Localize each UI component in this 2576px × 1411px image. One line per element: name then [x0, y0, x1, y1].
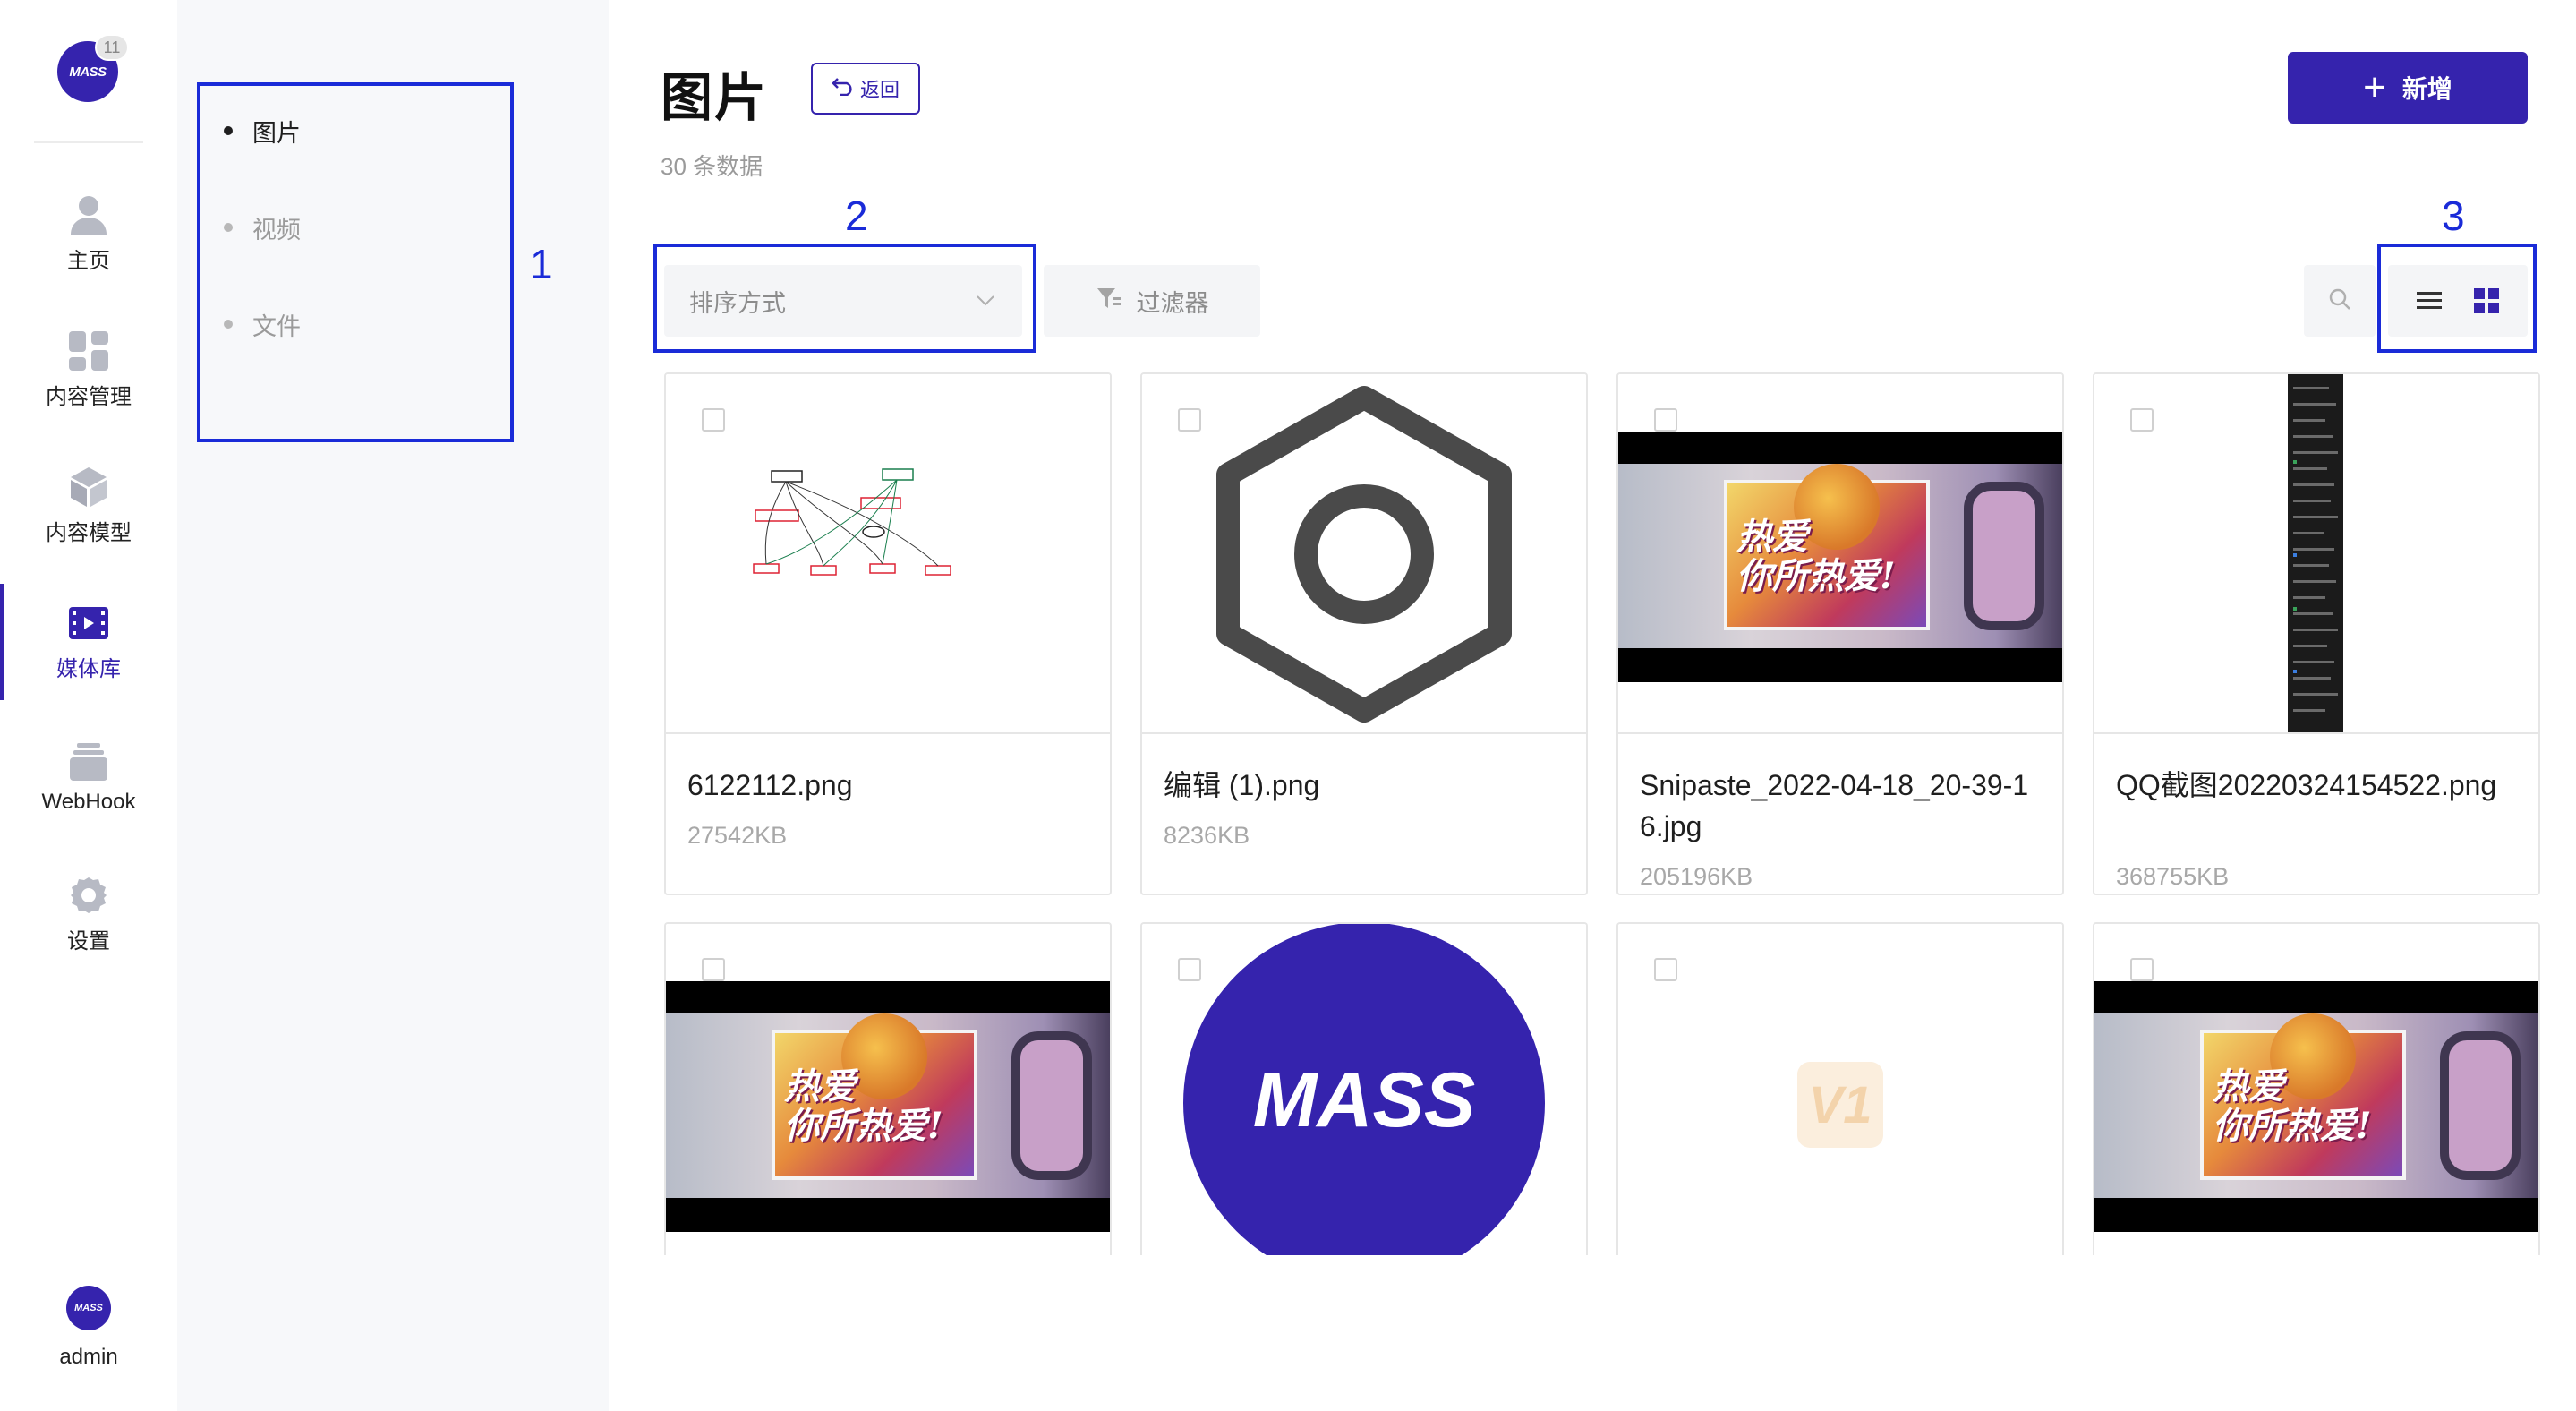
add-button-label: 新增 [2401, 75, 2452, 103]
nav-label-content: 内容管理 [46, 384, 132, 409]
media-card[interactable]: 热爱 你所热爱! [664, 922, 1112, 1255]
cube-icon [68, 466, 109, 508]
video-thumbnail: 热爱 你所热爱! [2094, 981, 2538, 1232]
annotation-box-3 [2377, 244, 2537, 353]
file-size: 8236KB [1164, 822, 1250, 849]
stack-icon [68, 741, 109, 782]
icon-rail: MASS 11 主页 内容管理 内容模型 媒体库 WebHook 设置 MASS… [0, 0, 177, 1411]
video-thumbnail: 热爱 你所热爱! [1618, 432, 2062, 682]
nav-item-home[interactable]: 主页 [0, 175, 177, 292]
nav-item-webhook[interactable]: WebHook [0, 720, 177, 836]
card-thumbnail: MASS [1142, 924, 1586, 1255]
video-scene: 热爱 你所热爱! [1618, 464, 2062, 648]
nav-label-model: 内容模型 [46, 520, 132, 545]
back-button-label: 返回 [859, 79, 900, 101]
file-name: 编辑 (1).png [1164, 769, 1320, 801]
avatar: MASS [66, 1286, 111, 1330]
page-title: 图片 [661, 69, 769, 127]
video-scene: 热爱 你所热爱! [666, 1013, 1110, 1198]
video-slogan: 热爱 你所热爱! [2213, 1065, 2372, 1147]
nav-item-settings[interactable]: 设置 [0, 856, 177, 972]
nav-label-settings: 设置 [67, 928, 110, 953]
nav-item-media[interactable]: 媒体库 [0, 584, 177, 700]
app-root: MASS 11 主页 内容管理 内容模型 媒体库 WebHook 设置 MASS… [0, 0, 2576, 1411]
window-shape [2440, 1031, 2521, 1180]
card-thumbnail: 热爱 你所热爱! [2094, 924, 2538, 1255]
file-name: 6122112.png [687, 769, 853, 801]
back-button[interactable]: 返回 [811, 63, 920, 115]
card-thumbnail [666, 374, 1110, 734]
card-checkbox[interactable] [702, 958, 725, 981]
hexagon-nut-icon [1216, 386, 1512, 723]
card-checkbox[interactable] [702, 408, 725, 432]
rail-divider [34, 141, 143, 143]
gear-icon [68, 875, 109, 916]
card-checkbox[interactable] [2130, 958, 2154, 981]
media-card[interactable]: MASS [1140, 922, 1588, 1255]
undo-arrow-icon [832, 76, 855, 101]
nav-label-media: 媒体库 [56, 656, 121, 681]
annotation-number-3: 3 [2442, 192, 2465, 239]
card-thumbnail: 热爱 你所热爱! [1618, 374, 2062, 734]
media-card[interactable]: 6122112.png 27542KB [664, 372, 1112, 895]
card-checkbox[interactable] [1178, 408, 1201, 432]
item-count: 30 条数据 [661, 153, 763, 180]
card-checkbox[interactable] [1654, 958, 1677, 981]
file-size: 368755KB [2116, 863, 2230, 890]
mass-logo-text: MASS [1253, 1057, 1475, 1143]
diagram-thumbnail [753, 468, 951, 576]
window-shape [1011, 1031, 1092, 1180]
file-size: 205196KB [1640, 863, 1753, 890]
nav-label-home: 主页 [67, 248, 110, 273]
user-name: admin [59, 1345, 118, 1369]
user-icon [68, 194, 109, 235]
dashboard-icon [68, 330, 109, 372]
window-shape [1964, 482, 2044, 630]
screenshot-thumbnail [2288, 374, 2343, 732]
card-checkbox[interactable] [1178, 958, 1201, 981]
video-slogan: 热爱 你所热爱! [1736, 516, 1896, 597]
card-checkbox[interactable] [1654, 408, 1677, 432]
add-button[interactable]: + 新增 [2288, 52, 2528, 124]
media-card[interactable]: 编辑 (1).png 8236KB [1140, 372, 1588, 895]
filter-button[interactable]: 过滤器 [1044, 265, 1260, 337]
card-checkbox[interactable] [2130, 408, 2154, 432]
nav-item-content[interactable]: 内容管理 [0, 312, 177, 428]
video-scene: 热爱 你所热爱! [2094, 1013, 2538, 1198]
v1-logo-thumbnail: V1 [1797, 1062, 1883, 1148]
card-thumbnail: V1 [1618, 924, 2062, 1255]
card-thumbnail [2094, 374, 2538, 734]
video-slogan: 热爱 你所热爱! [784, 1065, 943, 1147]
search-icon [2327, 286, 2352, 316]
v1-logo-text: V1 [1809, 1076, 1872, 1134]
search-button[interactable] [2304, 265, 2376, 337]
media-card[interactable]: V1 [1616, 922, 2064, 1255]
video-thumbnail: 热爱 你所热爱! [666, 981, 1110, 1232]
file-name: Snipaste_2022-04-18_20-39-16.jpg [1640, 769, 2029, 842]
nav-item-model[interactable]: 内容模型 [0, 448, 177, 564]
mass-logo-thumbnail: MASS [1183, 924, 1545, 1255]
filter-icon [1096, 285, 1122, 318]
file-size: 27542KB [687, 822, 788, 849]
nav-label-webhook: WebHook [41, 790, 136, 814]
filter-label: 过滤器 [1136, 289, 1209, 317]
card-thumbnail [1142, 374, 1586, 734]
film-icon [68, 603, 109, 644]
annotation-box-1 [197, 82, 514, 442]
annotation-number-1: 1 [530, 241, 553, 287]
plus-icon: + [2363, 65, 2386, 109]
media-card[interactable]: 热爱 你所热爱! Snipaste_2022-04-18_20-39-16.jp… [1616, 372, 2064, 895]
user-menu[interactable]: MASS admin [0, 1286, 177, 1370]
notification-badge: 11 [95, 34, 129, 61]
annotation-number-2: 2 [845, 192, 868, 239]
app-logo[interactable]: MASS 11 [57, 34, 129, 102]
card-thumbnail: 热爱 你所热爱! [666, 924, 1110, 1255]
media-card[interactable]: 热爱 你所热爱! [2093, 922, 2540, 1255]
file-name: QQ截图20220324154522.png [2116, 769, 2497, 801]
media-card[interactable]: QQ截图20220324154522.png 368755KB [2093, 372, 2540, 895]
annotation-box-2 [653, 244, 1036, 353]
